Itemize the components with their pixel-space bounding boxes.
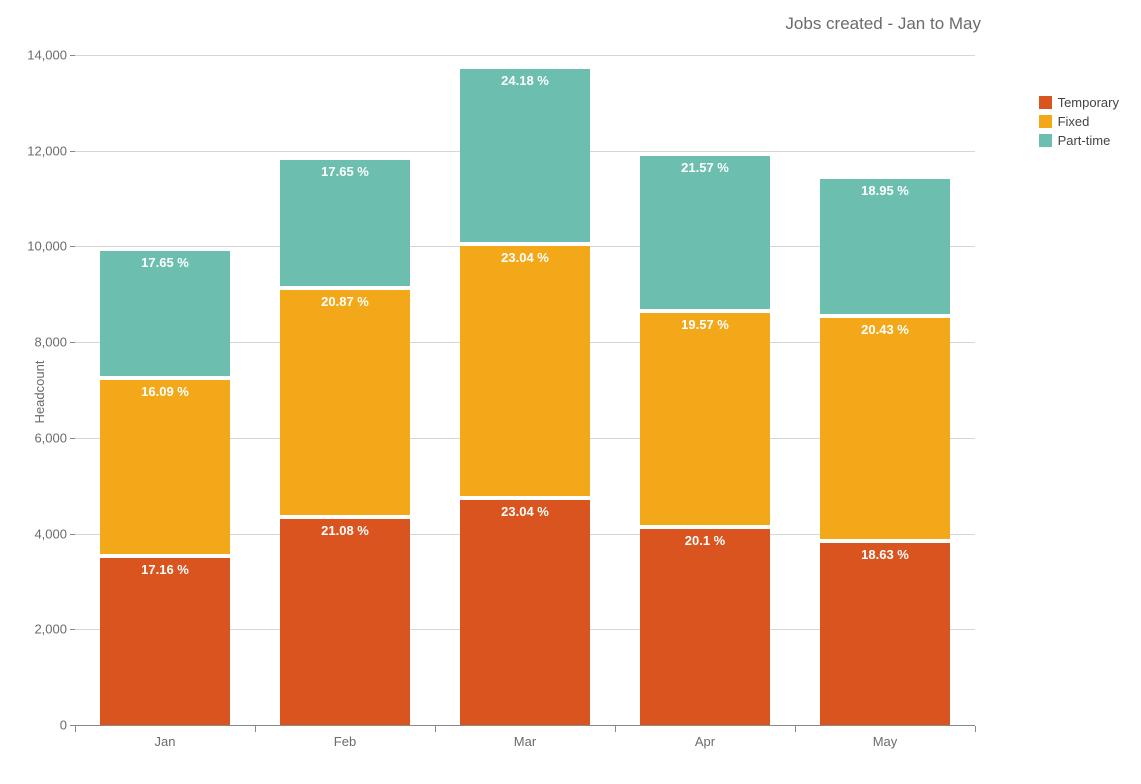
legend: Temporary Fixed Part-time	[1039, 95, 1119, 152]
bar-segment-label: 21.08 %	[280, 523, 410, 538]
bars-group: 17.16 % 16.09 % 17.65 % 21.08 % 20.87 % 17.65…	[75, 55, 975, 725]
bar-segment-part-time: 17.65 %	[100, 251, 230, 376]
x-tick-label: Mar	[514, 734, 536, 749]
x-tick-mark	[975, 726, 976, 732]
legend-label: Part-time	[1058, 133, 1111, 148]
legend-item-temporary: Temporary	[1039, 95, 1119, 110]
y-tick-label: 2,000	[34, 622, 67, 637]
bar-segment-part-time: 24.18 %	[460, 69, 590, 242]
bar-segment-fixed: 20.87 %	[280, 290, 410, 516]
bar-segment-fixed: 19.57 %	[640, 313, 770, 524]
bar-segment-temporary: 21.08 %	[280, 519, 410, 725]
bar-segment-label: 24.18 %	[460, 73, 590, 88]
chart-container: Jobs created - Jan to May Headcount 02,0…	[0, 0, 1141, 784]
bar-column: 21.08 % 20.87 % 17.65 %	[280, 160, 410, 725]
bar-segment-label: 20.87 %	[280, 294, 410, 309]
legend-swatch-temporary	[1039, 96, 1052, 109]
legend-swatch-parttime	[1039, 134, 1052, 147]
legend-label: Fixed	[1058, 114, 1090, 129]
bar-segment-part-time: 21.57 %	[640, 156, 770, 310]
bar-segment-temporary: 20.1 %	[640, 529, 770, 725]
legend-item-parttime: Part-time	[1039, 133, 1119, 148]
y-tick-label: 4,000	[34, 526, 67, 541]
y-tick-label: 6,000	[34, 430, 67, 445]
bar-column: 23.04 % 23.04 % 24.18 %	[460, 69, 590, 725]
x-tick-mark	[615, 726, 616, 732]
bar-segment-label: 20.1 %	[640, 533, 770, 548]
y-tick-label: 8,000	[34, 335, 67, 350]
plot-area: 02,0004,0006,0008,00010,00012,00014,000 …	[75, 55, 975, 725]
x-tick-label: May	[873, 734, 898, 749]
x-tick-label: Jan	[155, 734, 176, 749]
y-axis-label: Headcount	[32, 361, 47, 424]
bar-column: 20.1 % 19.57 % 21.57 %	[640, 156, 770, 726]
bar-segment-label: 19.57 %	[640, 317, 770, 332]
bar-segment-label: 21.57 %	[640, 160, 770, 175]
bar-segment-fixed: 23.04 %	[460, 246, 590, 496]
legend-item-fixed: Fixed	[1039, 114, 1119, 129]
bar-segment-label: 18.63 %	[820, 547, 950, 562]
x-tick-mark	[795, 726, 796, 732]
bar-segment-temporary: 18.63 %	[820, 543, 950, 725]
legend-label: Temporary	[1058, 95, 1119, 110]
y-tick-label: 14,000	[27, 48, 67, 63]
bar-segment-fixed: 16.09 %	[100, 380, 230, 553]
bar-segment-label: 18.95 %	[820, 183, 950, 198]
x-tick-mark	[255, 726, 256, 732]
x-tick-label: Apr	[695, 734, 715, 749]
bar-segment-label: 20.43 %	[820, 322, 950, 337]
bar-segment-label: 23.04 %	[460, 504, 590, 519]
legend-swatch-fixed	[1039, 115, 1052, 128]
y-tick-label: 12,000	[27, 143, 67, 158]
bar-segment-part-time: 18.95 %	[820, 179, 950, 314]
y-tick-label: 0	[60, 718, 67, 733]
bar-column: 18.63 % 20.43 % 18.95 %	[820, 179, 950, 725]
bar-segment-label: 23.04 %	[460, 250, 590, 265]
bar-segment-label: 17.16 %	[100, 562, 230, 577]
bar-segment-label: 16.09 %	[100, 384, 230, 399]
bar-segment-part-time: 17.65 %	[280, 160, 410, 285]
bar-column: 17.16 % 16.09 % 17.65 %	[100, 251, 230, 725]
bar-segment-fixed: 20.43 %	[820, 318, 950, 539]
chart-title: Jobs created - Jan to May	[785, 14, 981, 34]
bar-segment-temporary: 17.16 %	[100, 558, 230, 726]
x-axis: JanFebMarAprMay	[75, 725, 975, 726]
bar-segment-temporary: 23.04 %	[460, 500, 590, 725]
x-tick-label: Feb	[334, 734, 356, 749]
y-tick-label: 10,000	[27, 239, 67, 254]
bar-segment-label: 17.65 %	[280, 164, 410, 179]
x-tick-mark	[75, 726, 76, 732]
x-tick-mark	[435, 726, 436, 732]
bar-segment-label: 17.65 %	[100, 255, 230, 270]
